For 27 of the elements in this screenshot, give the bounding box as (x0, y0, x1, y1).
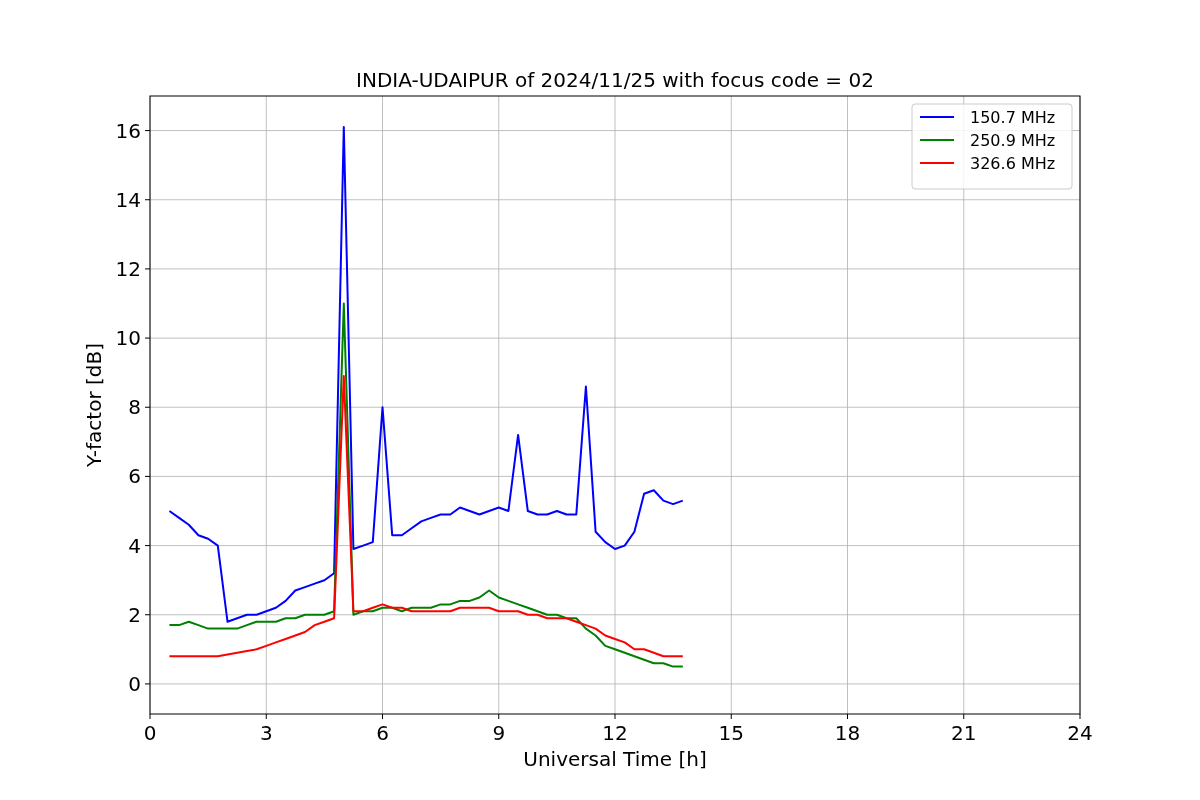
chart-title: INDIA-UDAIPUR of 2024/11/25 with focus code = 02 (356, 68, 874, 92)
y-tick-label: 12 (115, 256, 141, 281)
y-tick-label: 8 (128, 395, 141, 420)
legend-line (919, 116, 955, 118)
x-tick-label: 12 (602, 721, 628, 745)
x-tick-label: 15 (718, 721, 744, 745)
x-tick-label: 21 (951, 721, 977, 745)
y-tick-label: 2 (128, 602, 141, 627)
y-tick-label: 6 (128, 464, 141, 489)
y-tick-label: 0 (128, 671, 141, 696)
x-tick-label: 3 (259, 721, 273, 745)
x-tick-label: 9 (492, 721, 506, 745)
y-axis-label: Y-factor [dB] (82, 343, 106, 467)
y-tick-label: 10 (115, 326, 141, 351)
x-tick-label: 24 (1067, 721, 1093, 745)
y-tick-label: 16 (115, 118, 141, 143)
x-tick-label: 0 (143, 721, 157, 745)
legend-line (919, 162, 955, 164)
legend-label: 150.7 MHz (970, 108, 1056, 127)
x-tick-label: 6 (376, 721, 389, 745)
legend-label: 250.9 MHz (970, 131, 1056, 150)
legend-label: 326.6 MHz (970, 154, 1056, 173)
y-tick-label: 4 (128, 533, 141, 558)
x-tick-label: 18 (834, 721, 861, 745)
x-axis-label: Universal Time [h] (523, 747, 707, 771)
legend-line (919, 139, 955, 141)
y-tick-label: 14 (115, 187, 141, 212)
